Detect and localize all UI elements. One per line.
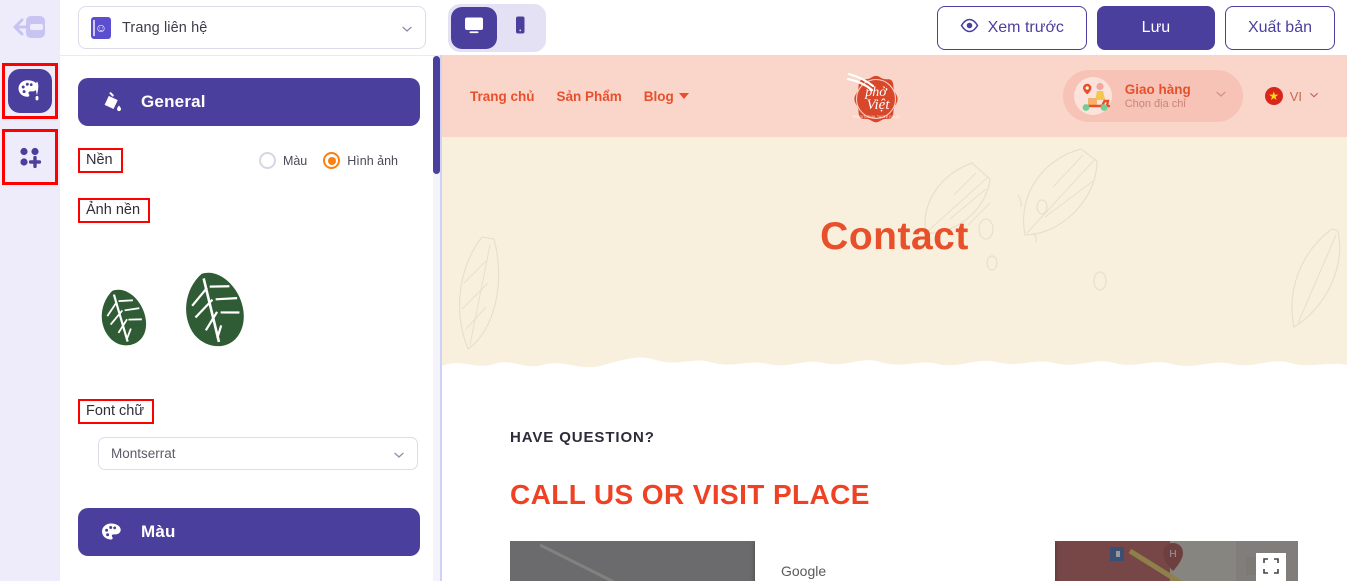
background-type-radios: Màu Hình ảnh xyxy=(258,152,398,169)
chevron-down-icon xyxy=(1309,87,1319,105)
radio-indicator xyxy=(258,152,276,169)
font-label-wrap: Font chữ xyxy=(78,399,420,424)
delivery-title: Giao hàng xyxy=(1124,82,1191,97)
eye-icon xyxy=(960,16,979,40)
vietnam-flag-icon: ★ xyxy=(1264,87,1283,105)
section-general-title: General xyxy=(141,92,206,111)
radio-label: Hình ảnh xyxy=(347,153,398,168)
delivery-text: Giao hàng Chọn địa chỉ xyxy=(1125,82,1191,110)
editor-toolbar: Xem trước Lưu Xuất bản xyxy=(440,0,1347,55)
device-mobile-button[interactable] xyxy=(497,7,543,49)
map-fullscreen-button[interactable] xyxy=(1256,553,1286,581)
site-preview-canvas[interactable]: Trang chủ Sản Phẩm Blog phở Việt TRADITI… xyxy=(440,55,1347,581)
chevron-down-icon xyxy=(401,22,413,34)
site-nav-links: Trang chủ Sản Phẩm Blog xyxy=(470,89,689,104)
preview-button[interactable]: Xem trước xyxy=(936,5,1087,50)
contact-book-icon: ☺ xyxy=(91,16,111,39)
google-maps-error-dialog: Google This page can't load Google Maps … xyxy=(755,541,1055,581)
delivery-selector[interactable]: Giao hàng Chọn địa chỉ xyxy=(1062,70,1243,122)
save-button[interactable]: Lưu xyxy=(1096,5,1215,50)
background-image-label: Ảnh nền xyxy=(78,198,151,223)
panel-body: General Nền Màu Hình ảnh Ảnh nền Font ch… xyxy=(60,55,440,581)
preview-button-label: Xem trước xyxy=(987,18,1064,36)
site-navbar: Trang chủ Sản Phẩm Blog phở Việt TRADITI… xyxy=(442,55,1347,137)
caret-down-icon xyxy=(678,93,689,99)
hero-section: Contact xyxy=(442,137,1347,395)
svg-text:TRADITIONAL TASTE FOOD: TRADITIONAL TASTE FOOD xyxy=(852,115,900,119)
icon-rail xyxy=(0,0,60,581)
chevron-down-icon xyxy=(393,448,405,460)
radio-background-image[interactable]: Hình ảnh xyxy=(323,152,398,169)
background-type-row: Nền Màu Hình ảnh xyxy=(78,148,420,173)
rail-highlight-box-design xyxy=(2,63,58,119)
publish-button-label: Xuất bản xyxy=(1247,18,1312,36)
background-label: Nền xyxy=(78,148,123,173)
font-select-dropdown[interactable]: Montserrat xyxy=(98,437,418,470)
app-root: ☺ Trang liên hệ General Nền Màu Hình ảnh… xyxy=(0,0,1347,581)
rail-highlight-box-blocks xyxy=(2,129,58,185)
device-toggle-group xyxy=(448,3,546,52)
pho-viet-logo[interactable]: phở Việt TRADITIONAL TASTE FOOD xyxy=(845,65,907,127)
sidebar-item-design[interactable] xyxy=(8,69,52,113)
site-logo-container: phở Việt TRADITIONAL TASTE FOOD xyxy=(689,65,1063,127)
delivery-subtitle: Chọn địa chỉ xyxy=(1124,98,1186,110)
nav-link-home[interactable]: Trang chủ xyxy=(470,89,535,104)
font-label: Font chữ xyxy=(78,399,155,424)
language-code: VI xyxy=(1289,88,1302,104)
save-button-label: Lưu xyxy=(1141,18,1171,36)
background-image-thumbnail[interactable] xyxy=(78,259,348,369)
radio-label: Màu xyxy=(282,153,308,168)
radio-background-color[interactable]: Màu xyxy=(258,152,308,169)
font-select-value: Montserrat xyxy=(111,446,176,461)
section-general-header[interactable]: General xyxy=(78,78,420,126)
device-desktop-button[interactable] xyxy=(451,6,497,49)
leaf-small-icon xyxy=(101,289,147,346)
settings-panel: ☺ Trang liên hệ General Nền Màu Hình ảnh… xyxy=(60,0,440,581)
page-selector-value: Trang liên hệ xyxy=(122,19,208,36)
section-headline: CALL US OR VISIT PLACE xyxy=(510,479,870,510)
phone-icon xyxy=(510,14,530,41)
nav-link-blog-label: Blog xyxy=(643,88,674,104)
chevron-down-icon xyxy=(1215,87,1227,105)
section-color-title: Màu xyxy=(141,522,176,541)
paint-bucket-icon xyxy=(100,91,122,113)
publish-button[interactable]: Xuất bản xyxy=(1224,5,1335,50)
leaf-large-icon xyxy=(186,272,244,347)
logo-text-viet: Việt xyxy=(866,97,890,113)
background-image-label-wrap: Ảnh nền xyxy=(78,198,420,223)
monitor-icon xyxy=(462,13,486,42)
dialog-title: Google xyxy=(781,563,827,579)
hero-title: Contact xyxy=(820,215,969,258)
section-kicker: HAVE QUESTION? xyxy=(510,429,655,446)
panel-scrollbar[interactable] xyxy=(433,56,440,581)
palette-icon xyxy=(100,521,122,543)
google-map-embed[interactable]: H 🍴 N HT Lê Lai Lê Lo Google This page c… xyxy=(510,541,1298,581)
scrollbar-thumb[interactable] xyxy=(433,56,440,174)
sidebar-item-add-blocks[interactable] xyxy=(8,135,52,179)
fullscreen-icon xyxy=(1263,557,1279,579)
radio-indicator-selected xyxy=(323,152,341,169)
editor-right-column: Xem trước Lưu Xuất bản Trang chủ Sản Phẩ… xyxy=(440,0,1347,581)
contact-content-section: HAVE QUESTION? CALL US OR VISIT PLACE Go… xyxy=(442,395,1347,581)
delivery-scooter-icon xyxy=(1071,76,1115,116)
page-selector-dropdown[interactable]: ☺ Trang liên hệ xyxy=(78,6,426,49)
language-selector[interactable]: ★ VI xyxy=(1264,87,1319,105)
collapse-arrow-icon[interactable] xyxy=(9,9,51,45)
nav-link-blog[interactable]: Blog xyxy=(644,89,689,104)
section-color-header[interactable]: Màu xyxy=(78,508,420,556)
torn-paper-divider xyxy=(442,357,1347,395)
page-selector-bar: ☺ Trang liên hệ xyxy=(60,0,440,55)
nav-link-products[interactable]: Sản Phẩm xyxy=(557,89,622,104)
